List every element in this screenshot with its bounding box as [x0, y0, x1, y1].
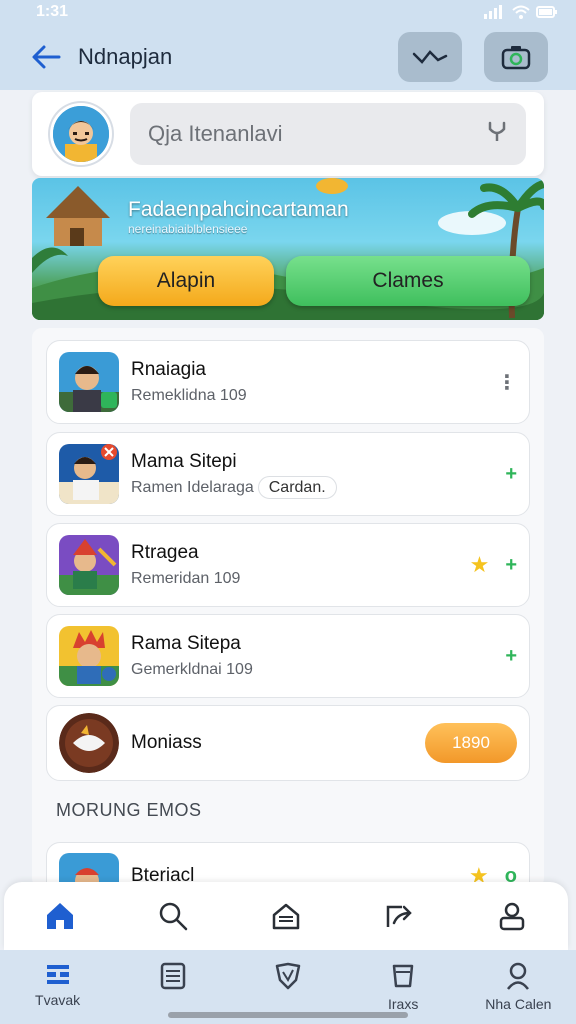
nav-label: Iraxs: [387, 996, 419, 1012]
item-title: Rnaiagia: [131, 359, 206, 380]
share-icon: [386, 905, 412, 927]
explore-button[interactable]: Alapin: [98, 256, 274, 306]
bottom-tab-bar: [4, 882, 568, 950]
item-subtitle: Gemerkldnai 109: [131, 661, 253, 678]
battery-icon: [536, 6, 557, 18]
profile-card: Qja Itenanlavi: [32, 92, 544, 176]
list-item[interactable]: Rama Sitepa Gemerkldnai 109 +: [46, 614, 530, 698]
user-icon: [507, 962, 530, 990]
promo-banner[interactable]: Fadaenpahcincartaman nereinabiaiblblensi…: [32, 178, 544, 320]
nav-item-news[interactable]: [123, 962, 223, 996]
item-subtitle: Remeridan 109: [131, 570, 241, 587]
tab-search[interactable]: [153, 896, 193, 936]
tab-home[interactable]: [40, 896, 80, 936]
game-thumbnail: [59, 444, 119, 504]
item-title: Rtragea: [131, 542, 199, 563]
app-bar: Ndnapjan: [0, 24, 576, 90]
cup-icon: [392, 964, 414, 988]
avatar[interactable]: [50, 103, 112, 165]
add-icon[interactable]: +: [505, 554, 517, 577]
item-subtitle: Ramen Idelaraga Cardan.: [131, 476, 337, 499]
list-item[interactable]: Moniass 1890: [46, 705, 530, 781]
signal-icon: [484, 5, 502, 19]
item-title: Moniass: [131, 732, 202, 753]
profile-icon: [499, 902, 524, 931]
user-avatar-icon: [53, 106, 109, 162]
games-button[interactable]: Clames: [286, 256, 530, 306]
page-title: Ndnapjan: [78, 44, 173, 69]
wifi-icon: [512, 5, 530, 19]
nav-item-track[interactable]: Tvavak: [8, 962, 108, 1008]
add-icon[interactable]: +: [505, 645, 517, 668]
home-indicator[interactable]: [168, 1012, 408, 1018]
status-bar: 1:31: [0, 0, 576, 24]
camera-icon: [501, 46, 531, 70]
back-button[interactable]: [28, 39, 64, 75]
star-icon[interactable]: ★: [470, 552, 490, 578]
section-heading: MORUNG EMOS: [56, 800, 202, 820]
list-item[interactable]: Mama Sitepi Ramen Idelaraga Cardan. +: [46, 432, 530, 516]
gesture-button[interactable]: [398, 32, 462, 82]
search-placeholder: Qja Itenanlavi: [148, 121, 283, 146]
tab-profile[interactable]: [492, 896, 532, 936]
game-thumbnail: [59, 535, 119, 595]
news-icon: [160, 962, 186, 990]
wave-icon: [412, 50, 448, 64]
tag-chip[interactable]: Cardan.: [257, 476, 337, 499]
item-subtitle: Remeklidna 109: [131, 387, 247, 404]
game-thumbnail: [59, 713, 119, 773]
nav-label: Tvavak: [35, 992, 81, 1008]
game-thumbnail: [59, 352, 119, 412]
home-icon: [47, 903, 74, 929]
item-title: Mama Sitepi: [131, 451, 237, 472]
tab-library[interactable]: [266, 896, 306, 936]
mic-icon[interactable]: [486, 119, 508, 149]
game-thumbnail: [59, 626, 119, 686]
arrow-left-icon: [32, 45, 61, 69]
nav-item-account[interactable]: Nha Calen: [468, 962, 568, 1012]
item-title: Rama Sitepa: [131, 633, 241, 654]
nav-item-shield[interactable]: [238, 962, 338, 996]
tab-share[interactable]: [379, 896, 419, 936]
shield-icon: [275, 962, 301, 990]
list-item[interactable]: Rtragea Remeridan 109 ★ +: [46, 523, 530, 607]
more-options-icon[interactable]: ⋮: [497, 370, 517, 395]
item-subtitle-text: Ramen Idelaraga: [131, 479, 254, 496]
game-list: Rnaiagia Remeklidna 109 ⋮ Mama Sitepi Ra…: [32, 328, 544, 902]
add-icon[interactable]: +: [505, 463, 517, 486]
nav-label: Nha Calen: [485, 996, 552, 1012]
grid-icon: [46, 965, 69, 984]
price-button[interactable]: 1890: [425, 723, 517, 763]
nav-item-items[interactable]: Iraxs: [353, 962, 453, 1012]
status-icons: [484, 5, 558, 19]
search-icon: [159, 902, 188, 931]
list-item[interactable]: Rnaiagia Remeklidna 109 ⋮: [46, 340, 530, 424]
status-time: 1:31: [36, 3, 69, 20]
house-outline-icon: [272, 903, 300, 930]
banner-title: Fadaenpahcincartaman: [128, 198, 349, 221]
search-input[interactable]: Qja Itenanlavi: [130, 103, 526, 165]
camera-button[interactable]: [484, 32, 548, 82]
banner-subtitle: nereinabiaiblblensieee: [128, 222, 248, 236]
